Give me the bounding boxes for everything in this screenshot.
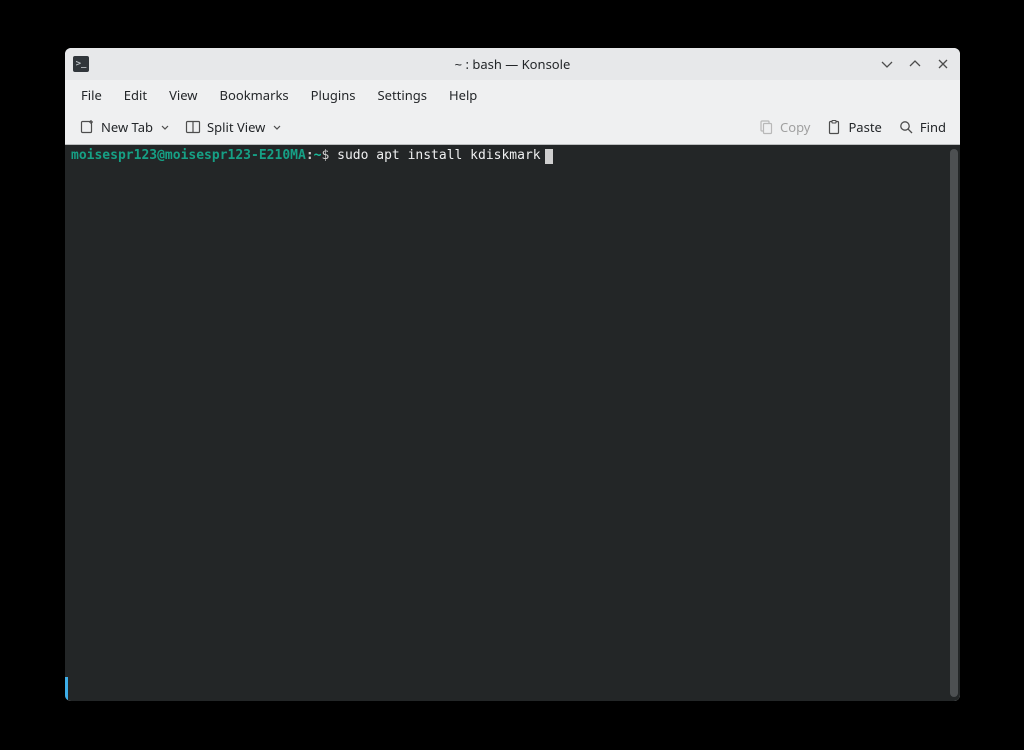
- search-icon: [898, 119, 914, 135]
- terminal-viewport[interactable]: moisespr123@moisespr123-E210MA:~$ sudo a…: [65, 145, 960, 701]
- split-view-button[interactable]: Split View: [177, 114, 289, 140]
- terminal-cursor: [545, 149, 553, 164]
- menu-edit[interactable]: Edit: [114, 82, 157, 108]
- menu-help[interactable]: Help: [439, 82, 487, 108]
- paste-button[interactable]: Paste: [818, 114, 889, 140]
- new-tab-icon: [79, 119, 95, 135]
- copy-button[interactable]: Copy: [750, 114, 818, 140]
- split-view-label: Split View: [207, 118, 265, 136]
- terminal-line: moisespr123@moisespr123-E210MA:~$ sudo a…: [71, 147, 954, 165]
- active-tab-indicator: [65, 677, 68, 701]
- find-button[interactable]: Find: [890, 114, 954, 140]
- prompt-user-host: moisespr123@moisespr123-E210MA: [71, 147, 306, 165]
- konsole-window: >_ ~ : bash — Konsole File Edit View Boo…: [65, 48, 960, 701]
- titlebar[interactable]: >_ ~ : bash — Konsole: [65, 48, 960, 80]
- chevron-down-icon: [161, 118, 169, 136]
- window-title: ~ : bash — Konsole: [65, 55, 960, 73]
- menu-bookmarks[interactable]: Bookmarks: [210, 82, 299, 108]
- terminal-command: sudo apt install kdiskmark: [337, 147, 541, 165]
- copy-label: Copy: [780, 118, 810, 136]
- menubar: File Edit View Bookmarks Plugins Setting…: [65, 80, 960, 109]
- paste-icon: [826, 119, 842, 135]
- new-tab-label: New Tab: [101, 118, 153, 136]
- prompt-cwd: ~: [314, 147, 322, 165]
- chevron-up-icon: [908, 57, 922, 71]
- chevron-down-icon: [880, 57, 894, 71]
- split-view-icon: [185, 119, 201, 135]
- app-icon: >_: [73, 56, 89, 72]
- menu-file[interactable]: File: [71, 82, 112, 108]
- close-icon: [936, 57, 950, 71]
- paste-label: Paste: [848, 118, 881, 136]
- menu-plugins[interactable]: Plugins: [301, 82, 366, 108]
- find-label: Find: [920, 118, 946, 136]
- toolbar: New Tab Split View Copy Paste: [65, 109, 960, 145]
- new-tab-button[interactable]: New Tab: [71, 114, 177, 140]
- menu-settings[interactable]: Settings: [368, 82, 437, 108]
- window-controls: [878, 55, 952, 73]
- prompt-separator: :: [306, 147, 314, 165]
- scrollbar-thumb[interactable]: [950, 149, 958, 697]
- chevron-down-icon: [273, 118, 281, 136]
- terminal-scrollbar[interactable]: [950, 149, 958, 697]
- close-button[interactable]: [934, 55, 952, 73]
- maximize-button[interactable]: [906, 55, 924, 73]
- menu-view[interactable]: View: [159, 82, 207, 108]
- minimize-button[interactable]: [878, 55, 896, 73]
- copy-icon: [758, 119, 774, 135]
- prompt-symbol: $: [321, 147, 337, 165]
